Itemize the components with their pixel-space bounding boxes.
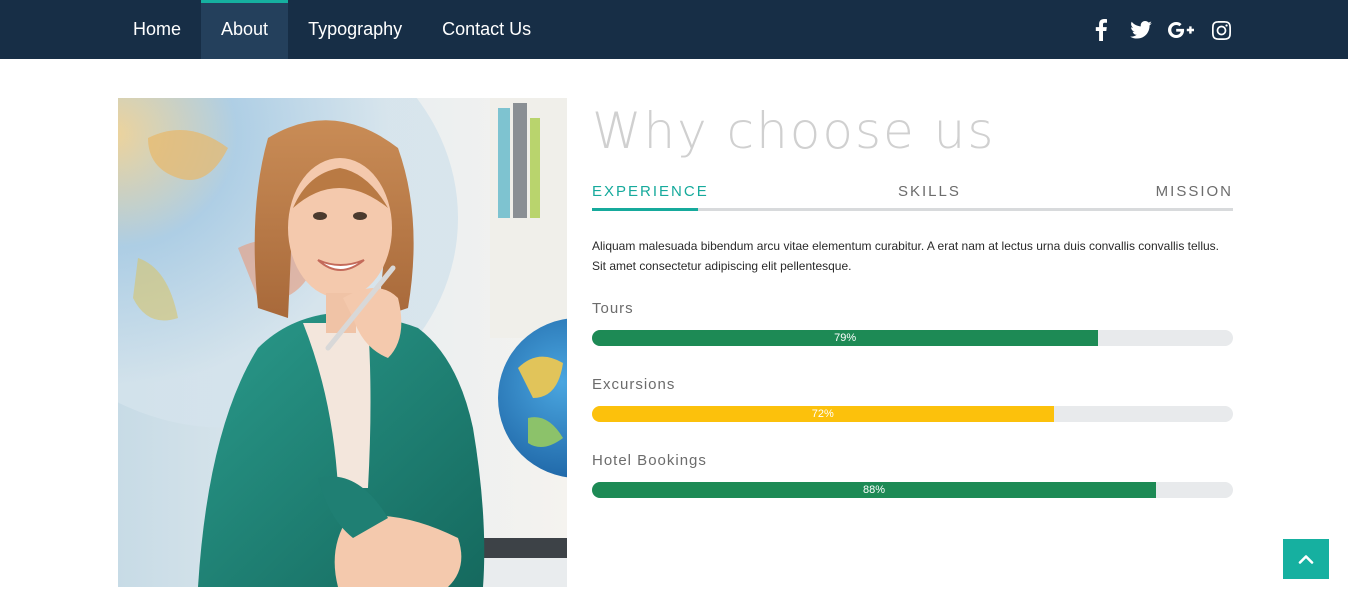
- skill-label: Tours: [592, 300, 634, 317]
- instagram-icon[interactable]: [1208, 18, 1234, 42]
- chevron-up-icon: [1298, 555, 1314, 564]
- skill-tours: Tours 79%: [592, 300, 1233, 346]
- skill-label: Hotel Bookings: [592, 452, 707, 469]
- tab-skills[interactable]: SKILLS: [898, 181, 961, 203]
- progress-value: 72%: [811, 408, 834, 420]
- progress-track: 88%: [592, 482, 1233, 498]
- why-choose-us-section: Why choose us EXPERIENCE SKILLS MISSION …: [592, 98, 1233, 498]
- about-photo: [118, 98, 567, 587]
- nav-typography[interactable]: Typography: [288, 0, 422, 59]
- tab-paragraph: Aliquam malesuada bibendum arcu vitae el…: [592, 239, 1219, 273]
- top-navbar: Home About Typography Contact Us: [0, 0, 1348, 59]
- progress-track: 79%: [592, 330, 1233, 346]
- twitter-icon[interactable]: [1128, 18, 1154, 42]
- skill-hotel-bookings: Hotel Bookings 88%: [592, 452, 1233, 498]
- progress-fill: 88%: [592, 482, 1157, 498]
- progress-value: 88%: [863, 484, 886, 496]
- progress-track: 72%: [592, 406, 1233, 422]
- progress-fill: 79%: [592, 330, 1099, 346]
- nav-home[interactable]: Home: [113, 0, 201, 59]
- facebook-icon[interactable]: [1088, 18, 1114, 42]
- nav-about[interactable]: About: [201, 0, 289, 59]
- google-plus-icon[interactable]: [1168, 18, 1194, 42]
- nav-contact-us[interactable]: Contact Us: [422, 0, 551, 59]
- section-title: Why choose us: [592, 102, 996, 160]
- nav-links: Home About Typography Contact Us: [113, 0, 551, 59]
- tabs-bar: EXPERIENCE SKILLS MISSION: [592, 181, 1233, 211]
- back-to-top-button[interactable]: [1283, 539, 1329, 579]
- social-links: [1088, 18, 1234, 42]
- progress-value: 79%: [834, 332, 857, 344]
- tab-mission[interactable]: MISSION: [1156, 181, 1233, 203]
- tab-experience[interactable]: EXPERIENCE: [592, 181, 709, 203]
- progress-fill: 72%: [592, 406, 1054, 422]
- skill-excursions: Excursions 72%: [592, 376, 1233, 422]
- active-tab-indicator: [592, 208, 698, 211]
- skill-label: Excursions: [592, 376, 676, 393]
